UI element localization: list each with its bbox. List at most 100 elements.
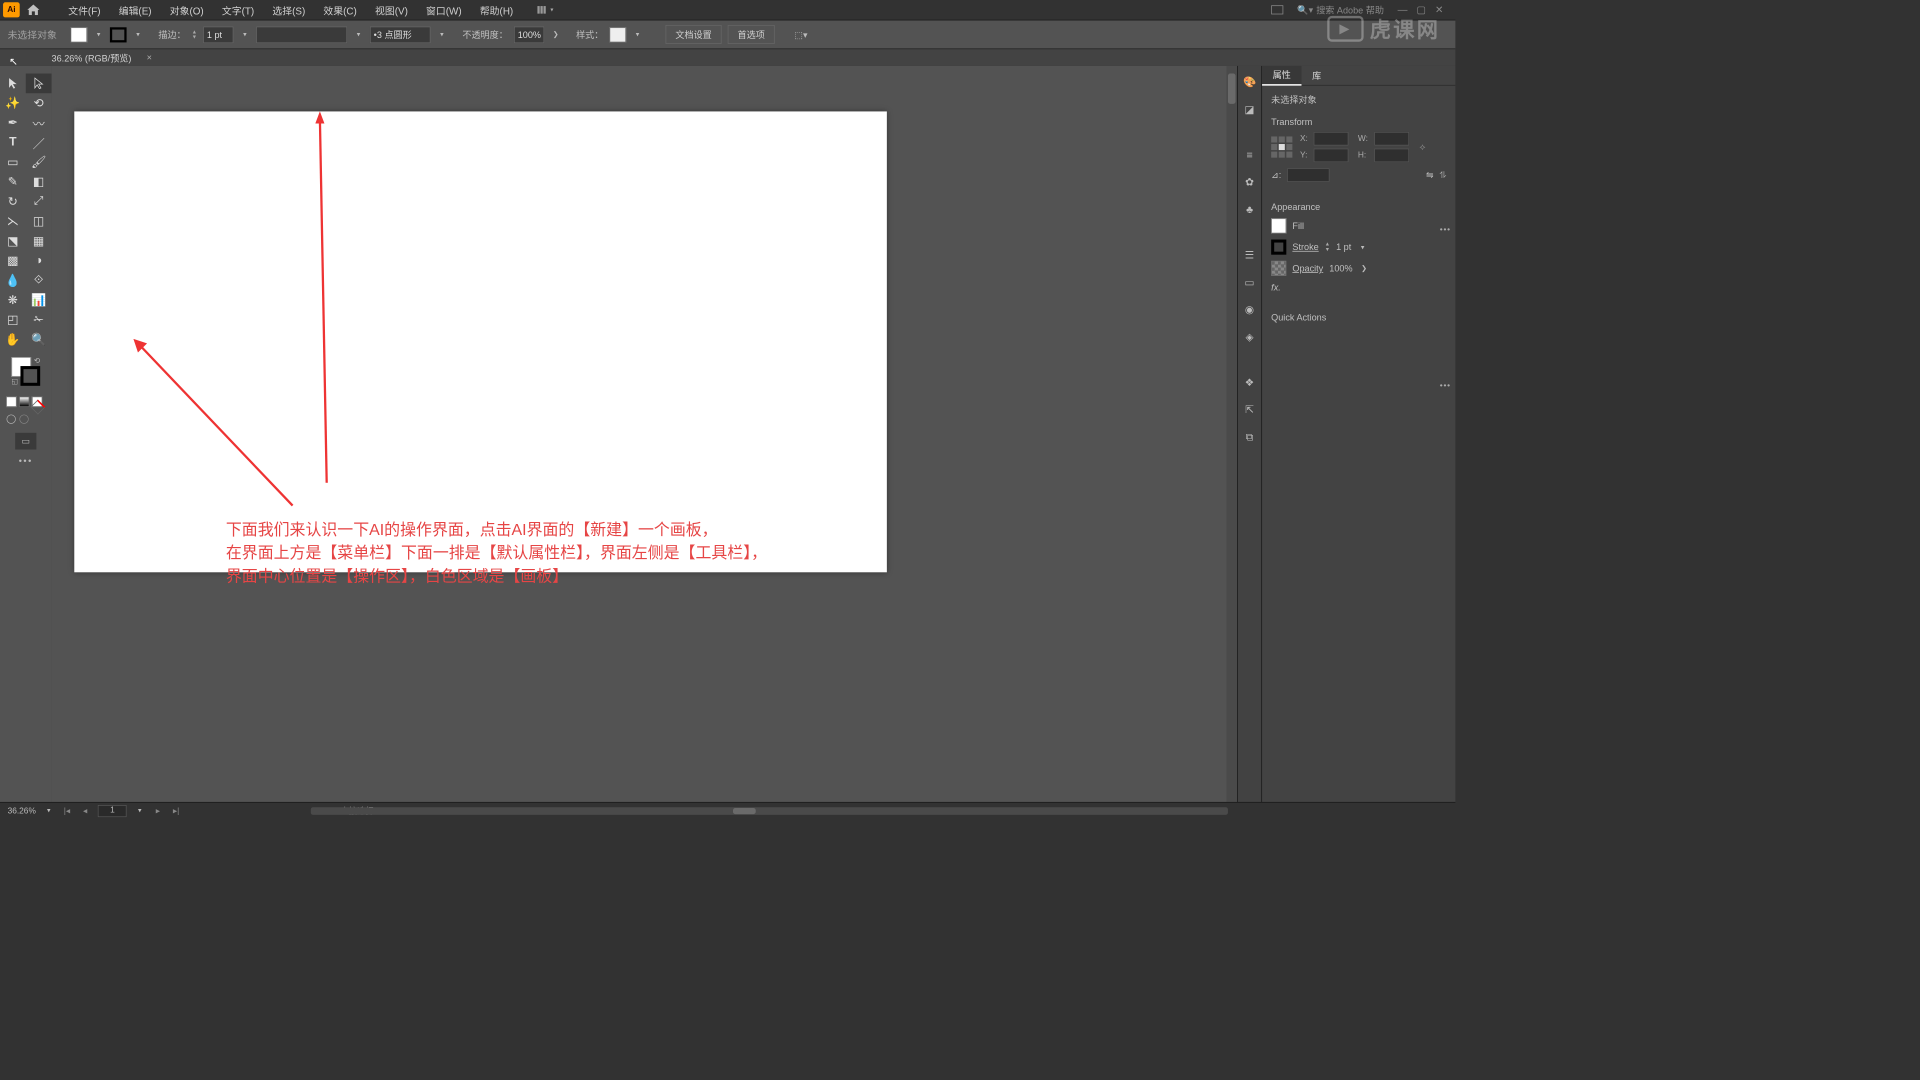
zoom-level[interactable]: 36.26% xyxy=(8,806,36,815)
layers-panel-icon[interactable]: ❖ xyxy=(1241,374,1258,391)
last-artboard-button[interactable]: ▸| xyxy=(171,806,182,816)
style-dropdown[interactable]: ▾ xyxy=(632,27,643,42)
menu-select[interactable]: 选择(S) xyxy=(263,0,314,20)
asset-export-panel-icon[interactable]: ⇱ xyxy=(1241,401,1258,418)
align-panel-icon[interactable]: ☰ xyxy=(1241,246,1258,263)
draw-mode-icon[interactable]: ◯ xyxy=(6,413,17,424)
stroke-panel-icon[interactable]: ≡ xyxy=(1241,146,1258,163)
transform-y-field[interactable] xyxy=(1314,149,1349,163)
flip-v-icon[interactable]: ⥮ xyxy=(1440,169,1447,180)
menu-file[interactable]: 文件(F) xyxy=(59,0,109,20)
curvature-tool[interactable]: 〰 xyxy=(26,113,52,133)
artboard-dropdown[interactable]: ▾ xyxy=(134,803,145,818)
opacity-panel-dropdown[interactable]: ❯ xyxy=(1359,261,1370,276)
shaper-tool[interactable]: ✎ xyxy=(0,172,26,192)
swatches-panel-icon[interactable]: ◪ xyxy=(1241,101,1258,118)
lasso-tool[interactable]: ⟲ xyxy=(26,93,52,113)
doc-setup-button[interactable]: 文档设置 xyxy=(666,25,722,44)
first-artboard-button[interactable]: |◂ xyxy=(62,806,73,816)
artboard-number-field[interactable]: 1 xyxy=(98,805,127,817)
home-icon[interactable] xyxy=(26,2,41,17)
fill-swatch[interactable] xyxy=(71,27,88,42)
graph-tool[interactable]: 📊 xyxy=(26,290,52,310)
prev-artboard-button[interactable]: ◂ xyxy=(80,806,91,816)
menu-view[interactable]: 视图(V) xyxy=(366,0,417,20)
pen-tool[interactable]: ✒ xyxy=(0,113,26,133)
swap-fill-stroke-icon[interactable]: ⟲ xyxy=(34,357,40,365)
transform-w-field[interactable] xyxy=(1374,132,1409,146)
draw-behind-icon[interactable]: ◯ xyxy=(19,413,30,424)
eraser-tool[interactable]: ◧ xyxy=(26,172,52,192)
menu-edit[interactable]: 编辑(E) xyxy=(110,0,161,20)
menu-object[interactable]: 对象(O) xyxy=(161,0,213,20)
rotate-tool[interactable]: ↻ xyxy=(0,192,26,212)
shape-builder-tool[interactable]: ⬔ xyxy=(0,231,26,251)
slice-tool[interactable]: ✁ xyxy=(26,310,52,330)
width-tool[interactable]: ⋋ xyxy=(0,211,26,231)
stroke-color-icon[interactable] xyxy=(20,366,40,386)
graphic-styles-panel-icon[interactable]: ◈ xyxy=(1241,328,1258,345)
perspective-tool[interactable]: ▦ xyxy=(26,231,52,251)
type-tool[interactable]: T xyxy=(0,133,26,153)
gradient-mode-icon[interactable] xyxy=(19,396,30,407)
opacity-link[interactable]: Opacity xyxy=(1292,263,1323,274)
paintbrush-tool[interactable]: 🖌 xyxy=(26,152,52,172)
stroke-swatch[interactable] xyxy=(110,27,127,42)
hscroll-thumb[interactable] xyxy=(733,808,756,814)
flip-h-icon[interactable]: ⇋ xyxy=(1426,170,1434,181)
anchor-point-grid[interactable] xyxy=(1271,136,1292,157)
screen-mode-button[interactable]: ▭ xyxy=(15,433,36,450)
stroke-panel-spinners[interactable]: ▲▼ xyxy=(1325,242,1330,253)
gradient-tool[interactable]: ◑ xyxy=(26,251,52,271)
stroke-swatch-panel[interactable] xyxy=(1271,240,1286,255)
eyedropper-tool[interactable]: 💧 xyxy=(0,271,26,291)
color-mode-icon[interactable] xyxy=(6,396,17,407)
variable-width-field[interactable] xyxy=(256,26,347,43)
artboard[interactable]: 下面我们来认识一下AI的操作界面，点击AI界面的【新建】一个画板， 在界面上方是… xyxy=(74,111,887,572)
horizontal-scrollbar[interactable] xyxy=(311,807,1228,815)
color-panel-icon[interactable]: 🎨 xyxy=(1241,74,1258,91)
panel-tab-properties[interactable]: 属性 xyxy=(1262,66,1301,86)
stroke-dropdown[interactable]: ▾ xyxy=(133,27,144,42)
opacity-swatch-panel[interactable] xyxy=(1271,261,1286,276)
selection-tool[interactable] xyxy=(0,74,26,94)
menu-type[interactable]: 文字(T) xyxy=(213,0,263,20)
zoom-tool[interactable]: 🔍 xyxy=(26,330,52,350)
window-frame-icon[interactable] xyxy=(1272,5,1284,14)
scale-tool[interactable]: ⤢ xyxy=(26,192,52,212)
panel-tab-libraries[interactable]: 库 xyxy=(1301,66,1331,86)
menu-effect[interactable]: 效果(C) xyxy=(314,0,366,20)
arrange-docs-button[interactable]: ▾ xyxy=(537,6,553,14)
stroke-weight-dropdown[interactable]: ▾ xyxy=(240,27,251,42)
fx-button[interactable]: fx. xyxy=(1271,282,1281,293)
brushes-panel-icon[interactable]: ✿ xyxy=(1241,174,1258,191)
rectangle-tool[interactable]: ▭ xyxy=(0,152,26,172)
fill-swatch-panel[interactable] xyxy=(1271,218,1286,233)
brush-field[interactable]: • 3 点圆形 xyxy=(370,26,431,43)
magic-wand-tool[interactable]: ✨ xyxy=(0,93,26,113)
tab-close-icon[interactable]: × xyxy=(147,52,152,63)
fill-dropdown[interactable]: ▾ xyxy=(93,27,104,42)
style-swatch[interactable] xyxy=(609,27,626,42)
stroke-link[interactable]: Stroke xyxy=(1292,242,1318,253)
align-button[interactable]: ⬚▾ xyxy=(794,29,807,40)
rotate-field[interactable] xyxy=(1287,168,1329,182)
next-artboard-button[interactable]: ▸ xyxy=(153,806,164,816)
direct-selection-tool[interactable] xyxy=(26,74,52,94)
mesh-tool[interactable]: ▩ xyxy=(0,251,26,271)
transform-x-field[interactable] xyxy=(1314,132,1349,146)
none-mode-icon[interactable] xyxy=(32,396,43,407)
scrollbar-thumb[interactable] xyxy=(1228,74,1236,104)
menu-window[interactable]: 窗口(W) xyxy=(417,0,471,20)
opacity-value-panel[interactable]: 100% xyxy=(1329,263,1352,274)
link-wh-icon[interactable]: ⟡ xyxy=(1419,141,1425,152)
brush-dropdown[interactable]: ▾ xyxy=(437,27,448,42)
document-tab[interactable]: 36.26% (RGB/预览) × xyxy=(52,51,152,64)
default-fill-stroke-icon[interactable]: ◱ xyxy=(11,377,17,385)
appearance-more-icon[interactable]: ••• xyxy=(1440,381,1451,390)
appearance-panel-icon[interactable]: ◉ xyxy=(1241,301,1258,318)
edit-toolbar-button[interactable]: ••• xyxy=(0,456,52,467)
stroke-weight-panel[interactable]: 1 pt xyxy=(1336,242,1351,253)
transform-more-icon[interactable]: ••• xyxy=(1440,225,1451,234)
stroke-weight-panel-dropdown[interactable]: ▾ xyxy=(1357,240,1368,255)
